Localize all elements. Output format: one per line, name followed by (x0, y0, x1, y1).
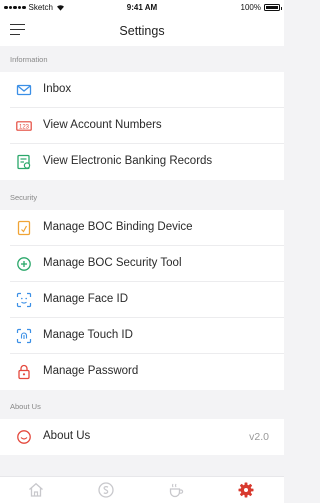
envelope-icon (16, 84, 32, 96)
shield-plus-icon (17, 257, 31, 271)
row-label: Manage BOC Security Tool (43, 257, 182, 269)
row-manage-password[interactable]: Manage Password (0, 354, 284, 390)
records-icon (17, 154, 31, 170)
row-about-us[interactable]: About Us v2.0 (0, 419, 284, 455)
row-label: Inbox (43, 83, 72, 95)
nav-bar: Settings (0, 16, 284, 46)
battery-icon (264, 4, 282, 11)
battery-percent: 100% (240, 3, 261, 12)
section-header-about-us: About Us (0, 397, 284, 417)
cup-icon[interactable] (167, 481, 185, 499)
tab-bar (0, 476, 284, 503)
status-bar: Sketch 9:41 AM 100% (0, 0, 284, 16)
section-header-security: Security (0, 188, 284, 208)
row-manage-face-id[interactable]: Manage Face ID (0, 282, 284, 318)
page-title: Settings (119, 24, 165, 38)
status-right: 100% (240, 3, 282, 12)
touch-id-icon (16, 328, 32, 344)
account-number-icon: 123 (16, 121, 32, 131)
face-id-icon (16, 292, 32, 308)
row-label: View Electronic Banking Records (43, 155, 213, 167)
row-label: Manage BOC Binding Device (43, 221, 193, 233)
money-icon[interactable] (97, 481, 115, 499)
row-label: Manage Password (43, 365, 139, 377)
lock-icon (18, 364, 30, 380)
row-label: View Account Numbers (43, 119, 162, 131)
info-smile-icon (17, 430, 31, 444)
settings-gear-icon[interactable] (237, 481, 255, 499)
svg-text:123: 123 (19, 124, 30, 130)
row-manage-boc-binding-device[interactable]: Manage BOC Binding Device (0, 210, 284, 246)
row-view-electronic-banking-records[interactable]: View Electronic Banking Records (0, 144, 284, 180)
version-value: v2.0 (249, 431, 269, 443)
row-label: About Us (43, 430, 91, 442)
row-view-account-numbers[interactable]: 123 View Account Numbers (0, 108, 284, 144)
section-header-information: Information (0, 50, 284, 70)
row-label: Manage Touch ID (43, 329, 133, 341)
device-icon (17, 220, 31, 236)
home-icon[interactable] (27, 481, 45, 499)
row-inbox[interactable]: Inbox (0, 72, 284, 108)
row-manage-touch-id[interactable]: Manage Touch ID (0, 318, 284, 354)
row-manage-boc-security-tool[interactable]: Manage BOC Security Tool (0, 246, 284, 282)
row-label: Manage Face ID (43, 293, 129, 305)
